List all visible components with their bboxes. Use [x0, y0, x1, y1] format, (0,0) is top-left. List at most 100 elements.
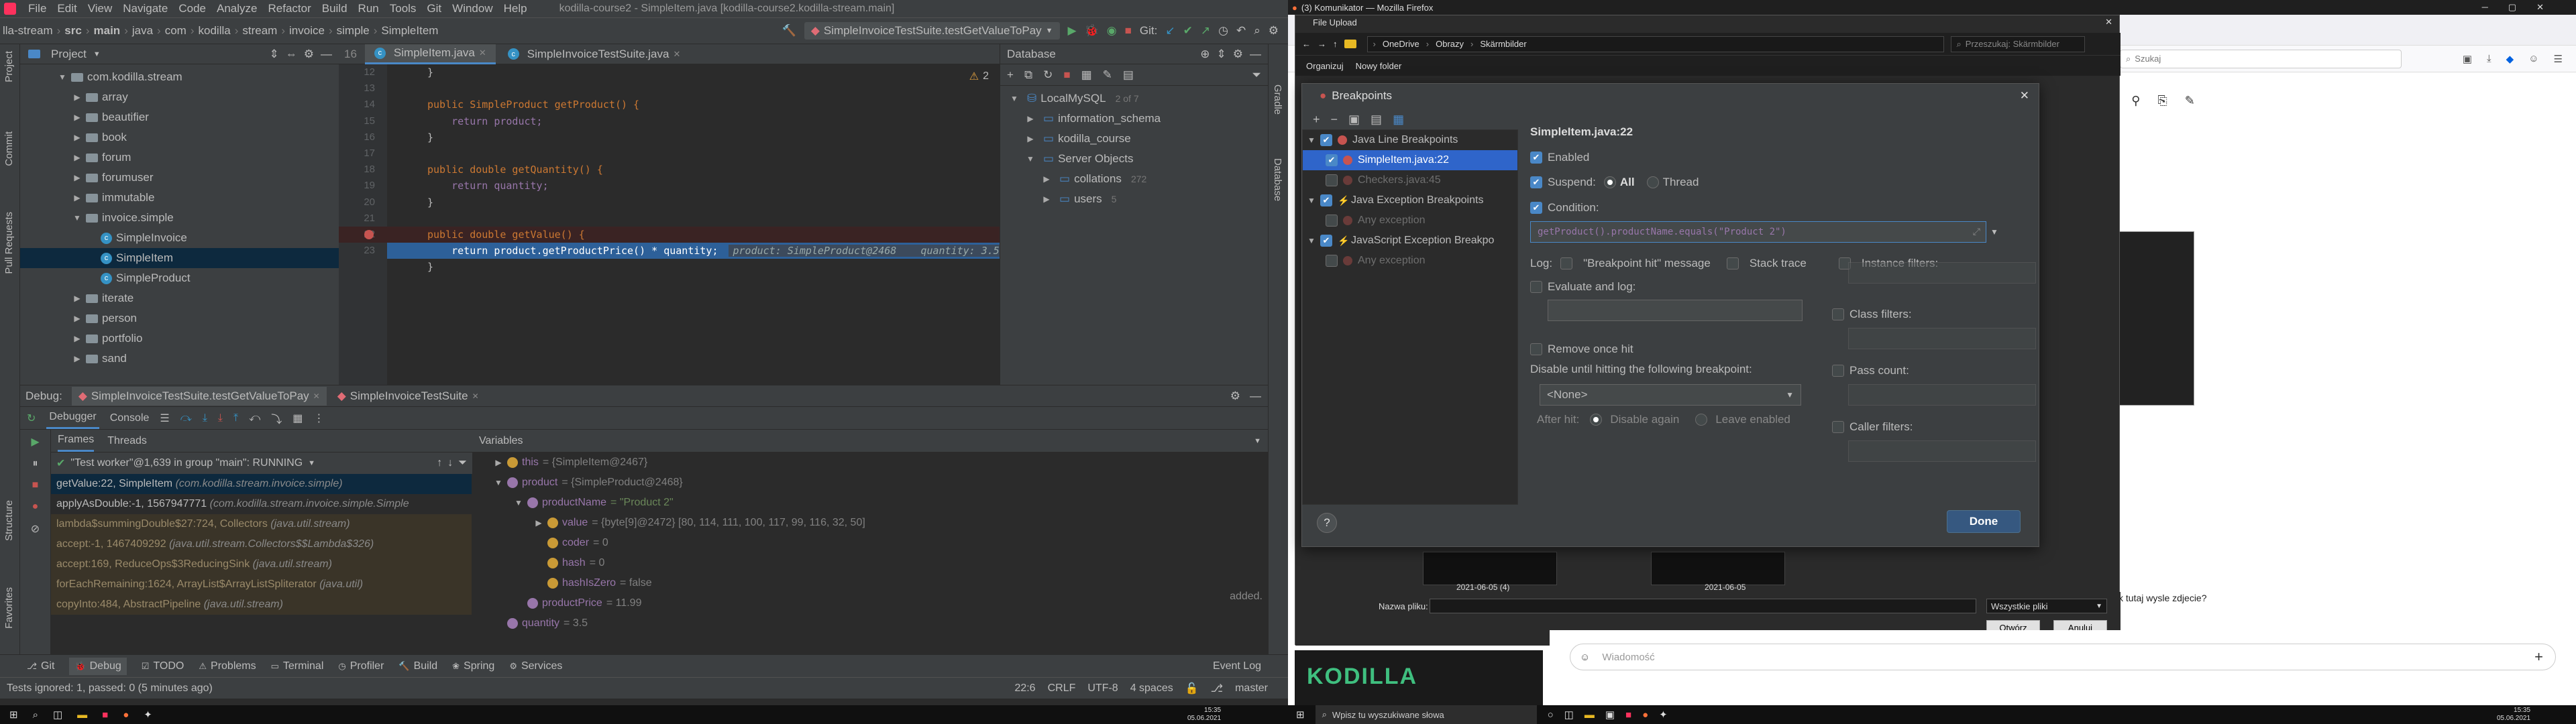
evaluate-icon[interactable]: ▦ [292, 412, 303, 425]
force-step-into-icon[interactable]: ⤓ [218, 412, 223, 424]
filter-icon[interactable]: ⏷ [1252, 68, 1268, 82]
collapse-icon[interactable]: ⇕ [1217, 48, 1226, 61]
breadcrumb-item[interactable]: invoice [289, 24, 325, 38]
checkbox-icon[interactable] [1726, 257, 1739, 269]
checkbox-checked-icon[interactable]: ✔ [1530, 176, 1542, 188]
tree-item[interactable]: ▶ forum [20, 147, 339, 168]
account-icon[interactable]: ☺ [2528, 53, 2538, 64]
thumbnail-1[interactable] [1423, 552, 1557, 585]
variable-row[interactable]: hashIsZero = false [494, 573, 1268, 593]
stack-trace-label[interactable]: Stack trace [1750, 257, 1807, 270]
chevron-right-icon[interactable]: ▶ [72, 193, 82, 202]
add-icon[interactable]: + [1313, 113, 1320, 127]
stack-frame[interactable]: getValue:22, SimpleItem (com.kodilla.str… [51, 474, 472, 494]
event-log-button[interactable]: Event Log [1213, 660, 1288, 672]
edit-icon[interactable]: ✎ [1103, 68, 1112, 82]
chevron-right-icon[interactable]: ▶ [72, 133, 82, 142]
chevron-right-icon[interactable]: ▶ [1026, 134, 1035, 143]
thread-selector[interactable]: ✔ "Test worker"@1,639 in group "main": R… [51, 452, 472, 474]
file-explorer-icon[interactable]: ▬ [77, 709, 87, 721]
bottom-tool-services[interactable]: ⚙ Services [509, 660, 562, 672]
stack-frame[interactable]: accept:169, ReduceOps$3ReducingSink (jav… [51, 554, 472, 575]
chevron-down-icon[interactable]: ▼ [514, 493, 523, 513]
breadcrumb-item[interactable]: lla-stream [3, 24, 53, 38]
bottom-tool-problems[interactable]: ⚠ Problems [199, 660, 256, 672]
git-commit-icon[interactable]: ✔ [1183, 24, 1193, 38]
menu-item-refactor[interactable]: Refactor [268, 2, 311, 15]
stop-icon[interactable]: ■ [1125, 24, 1132, 38]
history-icon[interactable]: ◷ [1218, 24, 1228, 38]
file-explorer-icon[interactable]: ▬ [1585, 709, 1595, 721]
checkbox-checked-icon[interactable]: ✔ [1320, 235, 1332, 247]
settings-icon[interactable]: ⚙ [1269, 24, 1279, 38]
breakpoint-item[interactable]: Any exception [1303, 210, 1517, 231]
chevron-down-icon[interactable]: ▼ [1307, 236, 1316, 245]
menu-item-run[interactable]: Run [358, 2, 379, 15]
class-filters-option[interactable]: Class filters: [1832, 301, 2027, 328]
chevron-down-icon[interactable]: ▼ [58, 72, 67, 82]
chevron-right-icon[interactable]: ▶ [494, 452, 503, 473]
tool-tab-project[interactable]: Project [3, 51, 15, 82]
store-icon[interactable]: ▣ [1605, 709, 1615, 721]
stack-frame[interactable]: copyInto:484, AbstractPipeline (java.uti… [51, 595, 472, 615]
firefox-taskbar-icon[interactable]: ● [1642, 709, 1648, 721]
chevron-right-icon[interactable]: ▶ [72, 93, 82, 102]
path-breadcrumb[interactable]: › OneDrive › Obrazy › Skärmbilder [1366, 36, 1944, 52]
tool-tab-commit[interactable]: Commit [3, 131, 15, 166]
chevron-down-icon[interactable]: ▼ [72, 213, 82, 223]
run-icon[interactable]: ▶ [1068, 24, 1077, 38]
breadcrumb-item[interactable]: simple [337, 24, 370, 38]
window-controls[interactable]: ─▢✕ [2482, 2, 2576, 13]
suspend-all-label[interactable]: All [1620, 176, 1635, 189]
git-update-icon[interactable]: ↙ [1165, 24, 1175, 38]
folder-search[interactable]: ⌕ Przeszukaj: Skärmbilder [1950, 36, 2085, 52]
bottom-tool-profiler[interactable]: ◷ Profiler [338, 660, 384, 672]
file-encoding[interactable]: UTF-8 [1087, 682, 1118, 695]
close-icon[interactable]: ✕ [673, 49, 680, 60]
breadcrumb-item[interactable]: SimpleItem [381, 24, 438, 38]
radio-selected-icon[interactable] [1603, 176, 1616, 188]
menu-item-code[interactable]: Code [178, 2, 206, 15]
tree-item[interactable]: ▶ immutable [20, 188, 339, 208]
pin-icon[interactable]: ⚲ [2131, 94, 2140, 108]
filter-icon[interactable]: ▦ [1393, 113, 1404, 127]
task-view-icon[interactable]: ◫ [1564, 709, 1574, 721]
tree-item[interactable]: c SimpleItem [20, 248, 339, 268]
tool-tab-pull-requests[interactable]: Pull Requests [3, 212, 15, 274]
breadcrumb-item[interactable]: com [165, 24, 186, 38]
tab-console[interactable]: Console [110, 412, 150, 424]
close-icon[interactable]: ✕ [472, 391, 479, 401]
taskbar-search[interactable]: ⌕ Wpisz tu wyszukiwane słowa [1315, 705, 1537, 724]
down-icon[interactable]: ↓ [447, 457, 453, 469]
checkbox-checked-icon[interactable]: ✔ [1326, 154, 1338, 166]
lock-icon[interactable]: 🔓 [1185, 682, 1199, 695]
tree-item[interactable]: ▶ book [20, 127, 339, 147]
drop-frame-icon[interactable]: ⤺ [249, 412, 260, 424]
app-taskbar-icon[interactable]: ✦ [144, 709, 152, 721]
checkbox-checked-icon[interactable]: ✔ [1320, 134, 1332, 146]
variable-row[interactable]: ▶ this = {SimpleItem@2467} [494, 452, 1268, 473]
checkbox-icon[interactable] [1326, 215, 1338, 227]
chevron-right-icon[interactable]: ▶ [72, 314, 82, 323]
emoji-icon[interactable]: ☺ [1580, 652, 1590, 663]
up-icon[interactable]: ↑ [437, 457, 442, 469]
class-filters-input[interactable] [1848, 328, 2036, 349]
disable-until-select[interactable]: <None> ▼ [1540, 384, 1801, 406]
task-view-icon[interactable]: ◫ [53, 709, 62, 721]
chevron-right-icon[interactable]: ▶ [1026, 114, 1035, 123]
close-icon[interactable]: ✕ [313, 391, 320, 401]
stack-frame[interactable]: accept:-1, 1467409292 (java.util.stream.… [51, 534, 472, 554]
database-tree-item[interactable]: ▶ ▭ information_schema [1000, 109, 1268, 129]
git-push-icon[interactable]: ↗ [1201, 24, 1210, 38]
menu-item-view[interactable]: View [88, 2, 113, 15]
organize-button[interactable]: Organizuj [1306, 61, 1344, 71]
chevron-down-icon[interactable]: ▼ [93, 50, 101, 58]
checkbox-icon[interactable] [1560, 257, 1573, 269]
breadcrumb-item[interactable]: main [94, 24, 121, 38]
bottom-tool-build[interactable]: 🔨 Build [398, 660, 437, 672]
chevron-right-icon[interactable]: ▶ [534, 513, 543, 533]
variable-row[interactable]: quantity = 3.5 [494, 613, 1268, 634]
tool-tab-database[interactable]: Database [1272, 158, 1283, 201]
chevron-right-icon[interactable]: ▶ [72, 334, 82, 343]
debug-session-tab[interactable]: ◆ SimpleInvoiceTestSuite ✕ [331, 387, 486, 406]
